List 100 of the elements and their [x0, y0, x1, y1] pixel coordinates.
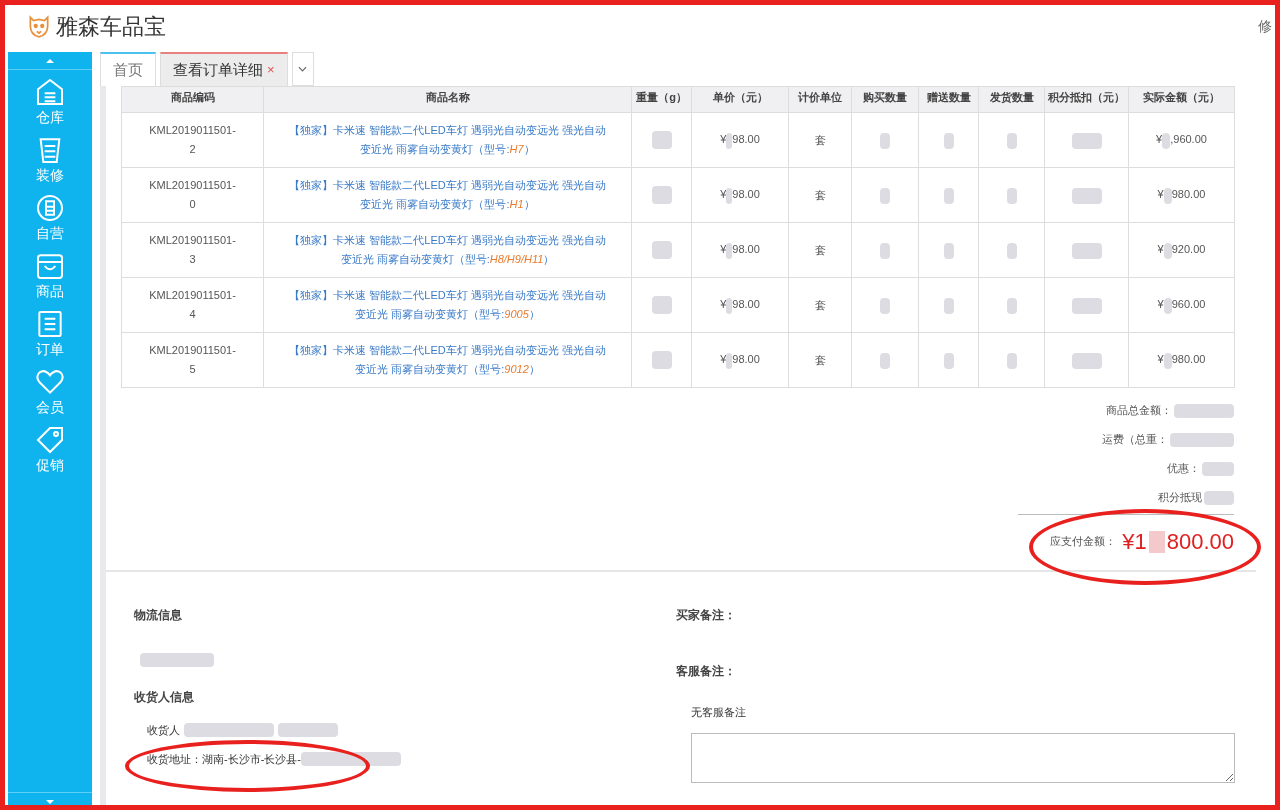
redacted-block [1071, 352, 1102, 369]
app-title: 雅森车品宝 [56, 12, 166, 41]
redacted-block [726, 297, 733, 314]
sidebar-item[interactable]: 装修 [8, 128, 92, 186]
address-text: 收货地址：湖南-长沙市-长沙县- [147, 751, 301, 767]
note-field[interactable] [691, 732, 1235, 783]
consignee-label: 收货人 [147, 723, 180, 738]
amount-text: 980.00 [1171, 353, 1206, 366]
column-header: 商品编码 [121, 86, 264, 113]
summary-label: 商品总金额： [1106, 403, 1172, 419]
price-text: 98.00 [732, 133, 760, 146]
column-header: 单价（元） [691, 86, 789, 113]
redacted-block [278, 723, 338, 738]
price-text: 98.00 [732, 353, 760, 366]
price-text: 98.00 [732, 188, 760, 201]
note-text: 无客服备注 [691, 705, 747, 720]
top-right-link[interactable]: 修 [1258, 15, 1280, 37]
amount-text: 960.00 [1171, 298, 1206, 311]
redacted-block [726, 352, 733, 369]
price-text: ¥ [720, 188, 727, 201]
redacted-block [1163, 242, 1172, 259]
sidebar-item[interactable]: 自营 [8, 186, 92, 244]
caret-icon [298, 66, 308, 72]
redacted-block [880, 297, 890, 314]
sidebar-item[interactable]: 商品 [8, 244, 92, 302]
summary-label: 积分抵现 [1158, 490, 1202, 506]
payable-amount: ¥1 800.00 [1122, 528, 1234, 556]
table-cell: 套 [788, 222, 852, 278]
redacted-block [1204, 490, 1234, 505]
redacted-block [1006, 242, 1017, 259]
redacted-block [943, 242, 954, 259]
price-text: ¥ [720, 353, 727, 366]
redacted-block [880, 242, 890, 259]
redacted-block [651, 351, 672, 370]
redacted-block [1071, 297, 1102, 314]
redacted-block [943, 132, 954, 149]
price-text: ¥ [720, 243, 727, 256]
tab[interactable]: 查看订单详细 × [160, 52, 288, 86]
section-title: 收货人信息 [134, 689, 195, 706]
amount-text: 920.00 [1171, 243, 1206, 256]
column-header: 商品名称 [263, 86, 632, 113]
redacted-block [1163, 187, 1172, 204]
redacted-block [1006, 297, 1017, 314]
house-icon [34, 76, 66, 108]
table-cell: KML2019011501-2 [121, 112, 264, 168]
redacted-block [1006, 352, 1017, 369]
redacted-block [1071, 132, 1102, 149]
price-text: ¥ [720, 133, 727, 146]
tab[interactable]: 首页 [100, 52, 156, 86]
column-header: 积分抵扣（元） [1044, 86, 1129, 113]
table-cell: 套 [788, 277, 852, 333]
amount-text: ¥ [1156, 133, 1163, 146]
circle-badge-icon [34, 192, 66, 224]
table-cell: KML2019011501-4 [121, 277, 264, 333]
column-header: 发货数量 [978, 86, 1045, 113]
redacted-block [1071, 187, 1102, 204]
redacted-block [651, 131, 672, 150]
redacted-block [651, 296, 672, 315]
table-cell: 套 [788, 112, 852, 168]
scroll-up-icon[interactable] [46, 58, 54, 63]
sidebar-item[interactable]: 促销 [8, 418, 92, 476]
tag-icon [34, 424, 66, 456]
tab-menu-dropdown[interactable] [291, 52, 314, 86]
summary-label: 运费（总重： [1102, 432, 1168, 448]
redacted-block [1174, 403, 1234, 418]
redacted-block [1071, 242, 1102, 259]
redacted-block [726, 187, 733, 204]
table-cell: KML2019011501-3 [121, 222, 264, 278]
redacted-block [1202, 461, 1234, 476]
column-header: 购买数量 [851, 86, 919, 113]
table-cell: 套 [788, 332, 852, 388]
amount-text: ¥ [1157, 243, 1164, 256]
redacted-block [1162, 132, 1171, 149]
price-text: 98.00 [732, 243, 760, 256]
redacted-block [943, 297, 954, 314]
column-header: 计价单位 [788, 86, 852, 113]
table-cell: KML2019011501-0 [121, 167, 264, 223]
column-header: 赠送数量 [918, 86, 979, 113]
amount-text: ¥ [1157, 353, 1164, 366]
section-title: 买家备注： [676, 607, 737, 624]
redacted-block [1163, 297, 1172, 314]
sidebar-item[interactable]: 订单 [8, 302, 92, 360]
redacted-block [651, 241, 672, 260]
sidebar-item[interactable]: 会员 [8, 360, 92, 418]
redacted-block [1006, 132, 1017, 149]
sidebar-item[interactable]: 仓库 [8, 70, 92, 128]
redacted-block [1170, 432, 1234, 447]
table-cell: 套 [788, 167, 852, 223]
price-text: ¥ [720, 298, 727, 311]
redacted-block [943, 187, 954, 204]
redacted-block [880, 132, 890, 149]
redacted-block [651, 186, 672, 205]
tiger-logo-icon [26, 13, 52, 39]
redacted-block [1006, 187, 1017, 204]
amount-text: ,960.00 [1170, 133, 1207, 146]
column-header: 实际金额（元） [1128, 86, 1235, 113]
payable-label: 应支付金额： [1050, 534, 1117, 550]
scroll-down-icon[interactable] [46, 799, 54, 804]
table-cell: KML2019011501-5 [121, 332, 264, 388]
close-icon[interactable]: × [267, 60, 275, 80]
